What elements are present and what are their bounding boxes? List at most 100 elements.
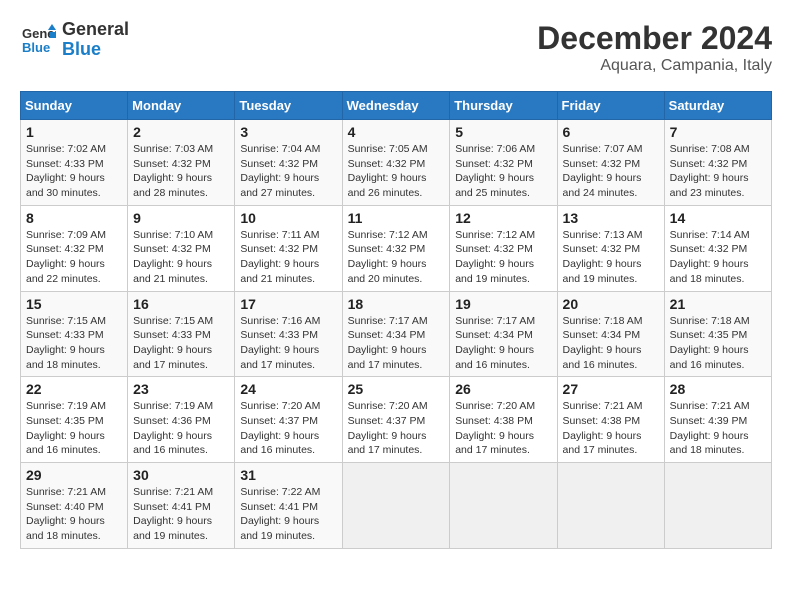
day-number: 19 (455, 296, 551, 312)
table-row: 23 Sunrise: 7:19 AM Sunset: 4:36 PM Dayl… (128, 377, 235, 463)
day-info: Sunrise: 7:17 AM Sunset: 4:34 PM Dayligh… (455, 314, 551, 373)
sunrise-label: Sunrise: 7:02 AM (26, 143, 106, 155)
sunrise-label: Sunrise: 7:21 AM (563, 400, 643, 412)
daylight-label: Daylight: 9 hours and 19 minutes. (240, 515, 319, 542)
day-info: Sunrise: 7:21 AM Sunset: 4:41 PM Dayligh… (133, 485, 229, 544)
daylight-label: Daylight: 9 hours and 24 minutes. (563, 172, 642, 199)
day-info: Sunrise: 7:04 AM Sunset: 4:32 PM Dayligh… (240, 142, 336, 201)
daylight-label: Daylight: 9 hours and 16 minutes. (133, 430, 212, 457)
col-tuesday: Tuesday (235, 92, 342, 120)
col-saturday: Saturday (664, 92, 771, 120)
logo-general: General (62, 20, 129, 40)
day-info: Sunrise: 7:06 AM Sunset: 4:32 PM Dayligh… (455, 142, 551, 201)
table-row (450, 463, 557, 549)
table-row: 16 Sunrise: 7:15 AM Sunset: 4:33 PM Dayl… (128, 291, 235, 377)
daylight-label: Daylight: 9 hours and 18 minutes. (26, 344, 105, 371)
day-number: 24 (240, 381, 336, 397)
day-number: 12 (455, 210, 551, 226)
day-info: Sunrise: 7:19 AM Sunset: 4:36 PM Dayligh… (133, 399, 229, 458)
daylight-label: Daylight: 9 hours and 17 minutes. (348, 430, 427, 457)
day-info: Sunrise: 7:09 AM Sunset: 4:32 PM Dayligh… (26, 228, 122, 287)
day-info: Sunrise: 7:08 AM Sunset: 4:32 PM Dayligh… (670, 142, 766, 201)
day-info: Sunrise: 7:19 AM Sunset: 4:35 PM Dayligh… (26, 399, 122, 458)
table-row: 19 Sunrise: 7:17 AM Sunset: 4:34 PM Dayl… (450, 291, 557, 377)
day-number: 18 (348, 296, 445, 312)
day-info: Sunrise: 7:15 AM Sunset: 4:33 PM Dayligh… (26, 314, 122, 373)
daylight-label: Daylight: 9 hours and 17 minutes. (563, 430, 642, 457)
day-number: 6 (563, 124, 659, 140)
sunrise-label: Sunrise: 7:04 AM (240, 143, 320, 155)
day-number: 29 (26, 467, 122, 483)
sunset-label: Sunset: 4:34 PM (455, 329, 533, 341)
daylight-label: Daylight: 9 hours and 17 minutes. (455, 430, 534, 457)
day-info: Sunrise: 7:21 AM Sunset: 4:38 PM Dayligh… (563, 399, 659, 458)
sunset-label: Sunset: 4:32 PM (670, 158, 748, 170)
day-number: 5 (455, 124, 551, 140)
logo-blue: Blue (62, 40, 129, 60)
sunrise-label: Sunrise: 7:06 AM (455, 143, 535, 155)
logo-icon: General Blue (20, 22, 56, 58)
day-info: Sunrise: 7:12 AM Sunset: 4:32 PM Dayligh… (455, 228, 551, 287)
day-info: Sunrise: 7:13 AM Sunset: 4:32 PM Dayligh… (563, 228, 659, 287)
day-number: 28 (670, 381, 766, 397)
day-info: Sunrise: 7:17 AM Sunset: 4:34 PM Dayligh… (348, 314, 445, 373)
sunrise-label: Sunrise: 7:10 AM (133, 229, 213, 241)
sunset-label: Sunset: 4:39 PM (670, 415, 748, 427)
table-row (557, 463, 664, 549)
daylight-label: Daylight: 9 hours and 20 minutes. (348, 258, 427, 285)
col-sunday: Sunday (21, 92, 128, 120)
table-row: 1 Sunrise: 7:02 AM Sunset: 4:33 PM Dayli… (21, 120, 128, 206)
logo: General Blue General Blue (20, 20, 129, 60)
day-info: Sunrise: 7:21 AM Sunset: 4:39 PM Dayligh… (670, 399, 766, 458)
table-row (664, 463, 771, 549)
day-number: 3 (240, 124, 336, 140)
sunrise-label: Sunrise: 7:18 AM (563, 315, 643, 327)
sunset-label: Sunset: 4:32 PM (455, 243, 533, 255)
col-thursday: Thursday (450, 92, 557, 120)
table-row: 26 Sunrise: 7:20 AM Sunset: 4:38 PM Dayl… (450, 377, 557, 463)
day-info: Sunrise: 7:03 AM Sunset: 4:32 PM Dayligh… (133, 142, 229, 201)
daylight-label: Daylight: 9 hours and 21 minutes. (240, 258, 319, 285)
page-header: General Blue General Blue December 2024 … (20, 20, 772, 75)
calendar-week-row: 29 Sunrise: 7:21 AM Sunset: 4:40 PM Dayl… (21, 463, 772, 549)
sunrise-label: Sunrise: 7:18 AM (670, 315, 750, 327)
sunrise-label: Sunrise: 7:13 AM (563, 229, 643, 241)
day-number: 26 (455, 381, 551, 397)
calendar-week-row: 22 Sunrise: 7:19 AM Sunset: 4:35 PM Dayl… (21, 377, 772, 463)
calendar-week-row: 1 Sunrise: 7:02 AM Sunset: 4:33 PM Dayli… (21, 120, 772, 206)
daylight-label: Daylight: 9 hours and 30 minutes. (26, 172, 105, 199)
day-number: 14 (670, 210, 766, 226)
table-row: 10 Sunrise: 7:11 AM Sunset: 4:32 PM Dayl… (235, 205, 342, 291)
table-row: 2 Sunrise: 7:03 AM Sunset: 4:32 PM Dayli… (128, 120, 235, 206)
sunrise-label: Sunrise: 7:08 AM (670, 143, 750, 155)
sunrise-label: Sunrise: 7:11 AM (240, 229, 319, 241)
sunset-label: Sunset: 4:32 PM (240, 158, 318, 170)
day-info: Sunrise: 7:18 AM Sunset: 4:35 PM Dayligh… (670, 314, 766, 373)
daylight-label: Daylight: 9 hours and 16 minutes. (455, 344, 534, 371)
sunset-label: Sunset: 4:32 PM (348, 243, 426, 255)
sunrise-label: Sunrise: 7:16 AM (240, 315, 320, 327)
sunset-label: Sunset: 4:32 PM (240, 243, 318, 255)
table-row: 29 Sunrise: 7:21 AM Sunset: 4:40 PM Dayl… (21, 463, 128, 549)
day-info: Sunrise: 7:14 AM Sunset: 4:32 PM Dayligh… (670, 228, 766, 287)
day-info: Sunrise: 7:02 AM Sunset: 4:33 PM Dayligh… (26, 142, 122, 201)
daylight-label: Daylight: 9 hours and 17 minutes. (348, 344, 427, 371)
sunrise-label: Sunrise: 7:17 AM (455, 315, 535, 327)
sunset-label: Sunset: 4:34 PM (563, 329, 641, 341)
table-row: 31 Sunrise: 7:22 AM Sunset: 4:41 PM Dayl… (235, 463, 342, 549)
day-info: Sunrise: 7:22 AM Sunset: 4:41 PM Dayligh… (240, 485, 336, 544)
title-block: December 2024 Aquara, Campania, Italy (537, 20, 772, 75)
sunrise-label: Sunrise: 7:20 AM (240, 400, 320, 412)
table-row: 11 Sunrise: 7:12 AM Sunset: 4:32 PM Dayl… (342, 205, 450, 291)
daylight-label: Daylight: 9 hours and 16 minutes. (670, 344, 749, 371)
day-number: 17 (240, 296, 336, 312)
table-row: 6 Sunrise: 7:07 AM Sunset: 4:32 PM Dayli… (557, 120, 664, 206)
table-row: 18 Sunrise: 7:17 AM Sunset: 4:34 PM Dayl… (342, 291, 450, 377)
sunset-label: Sunset: 4:33 PM (240, 329, 318, 341)
table-row: 27 Sunrise: 7:21 AM Sunset: 4:38 PM Dayl… (557, 377, 664, 463)
sunset-label: Sunset: 4:32 PM (670, 243, 748, 255)
calendar-week-row: 15 Sunrise: 7:15 AM Sunset: 4:33 PM Dayl… (21, 291, 772, 377)
table-row: 4 Sunrise: 7:05 AM Sunset: 4:32 PM Dayli… (342, 120, 450, 206)
sunset-label: Sunset: 4:32 PM (26, 243, 104, 255)
daylight-label: Daylight: 9 hours and 16 minutes. (563, 344, 642, 371)
